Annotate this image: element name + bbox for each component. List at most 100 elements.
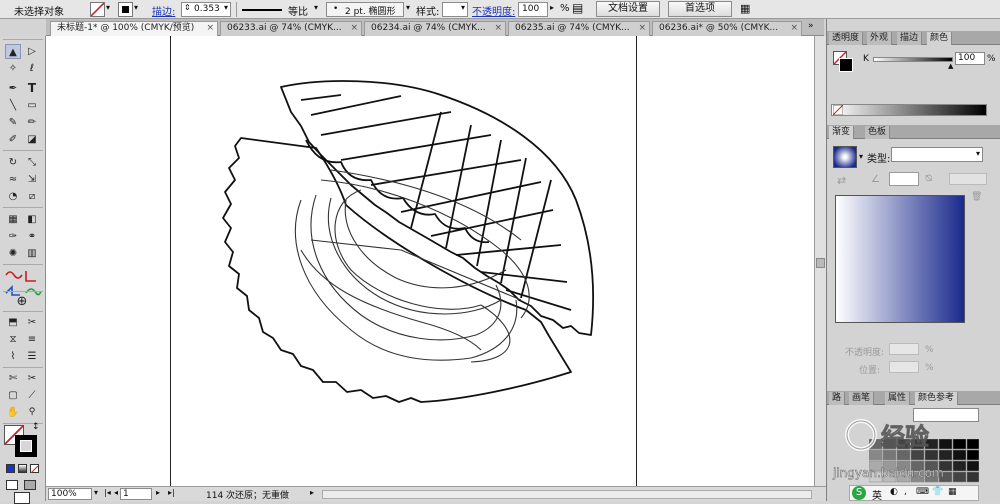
artboard[interactable] — [170, 36, 637, 486]
close-icon[interactable]: × — [206, 22, 214, 35]
horizontal-scrollbar[interactable] — [322, 490, 812, 499]
first-page-icon[interactable]: |◂ — [104, 488, 111, 497]
warp-tool-icon[interactable]: ≈ — [5, 172, 21, 187]
gradient-slider-preview[interactable] — [835, 195, 965, 323]
prev-page-icon[interactable]: ◂ — [114, 488, 118, 497]
stroke-color-icon[interactable] — [15, 435, 37, 457]
chevron-down-icon[interactable]: ▾ — [976, 149, 980, 158]
last-page-icon[interactable]: ▸| — [168, 488, 175, 497]
close-icon[interactable]: × — [790, 22, 798, 35]
chevron-down-icon[interactable]: ▾ — [224, 3, 228, 12]
hand-tool-icon[interactable]: ✋ — [5, 405, 21, 420]
tab-gradient[interactable]: 渐变 — [829, 126, 855, 139]
color-guide-select[interactable] — [913, 408, 979, 422]
angle-icon[interactable]: ∠ — [871, 174, 880, 185]
tab-overflow-icon[interactable]: » — [808, 21, 814, 31]
k-value-input[interactable]: 100 — [955, 52, 985, 65]
panel-stroke-icon[interactable] — [839, 58, 853, 72]
zoom-field[interactable]: 100% — [48, 488, 92, 500]
opacity-input[interactable]: 100 — [518, 2, 548, 17]
location-input[interactable] — [889, 361, 919, 373]
document-setup-button[interactable]: 文档设置 — [596, 1, 660, 17]
chevron-down-icon[interactable]: ▾ — [461, 3, 465, 12]
rotate-tool-icon[interactable]: ↻ — [5, 155, 21, 170]
tab-color-guide[interactable]: 颜色参考 — [915, 392, 959, 405]
pencil-tool-icon[interactable]: ✏ — [24, 115, 40, 130]
aspect-input[interactable] — [949, 173, 987, 185]
style-select[interactable]: ▾ — [442, 2, 468, 17]
ime-punct-icon[interactable]: , — [904, 487, 907, 497]
magic-wand-tool-icon[interactable]: ✧ — [5, 61, 21, 76]
preferences-button[interactable]: 首选项 — [668, 1, 732, 17]
zoom-dropdown-icon[interactable]: ▾ — [94, 488, 98, 497]
chart-icon[interactable]: ⌇ — [5, 349, 21, 364]
tab-attributes[interactable]: 属性 — [885, 392, 911, 405]
aspect-icon[interactable]: ⦰ — [925, 174, 932, 184]
knife-tool-icon[interactable]: ✄ — [5, 371, 21, 386]
screen-mode-icon[interactable] — [14, 492, 30, 504]
tab-06236[interactable]: 06236.ai* @ 50% (CMYK... × — [652, 21, 802, 36]
shape-builder-tool-icon[interactable]: ◔ — [5, 189, 21, 204]
draw-normal-icon[interactable] — [6, 480, 18, 490]
blob-brush-tool-icon[interactable]: ✐ — [5, 132, 21, 147]
reverse-gradient-icon[interactable]: ⇄ — [837, 174, 846, 187]
selection-tool-icon[interactable]: ▲ — [5, 44, 21, 59]
gradient-mode-icon[interactable] — [18, 464, 27, 473]
color-mode-icon[interactable] — [6, 464, 15, 473]
stroke-swatch[interactable] — [118, 2, 133, 17]
gradient-dropdown-icon[interactable]: ▾ — [859, 152, 863, 161]
close-icon[interactable]: × — [494, 22, 502, 35]
gradient-tool-icon[interactable]: ◧ — [24, 212, 40, 227]
ime-logo-icon[interactable]: S — [852, 486, 866, 500]
ime-skin-icon[interactable]: 👕 — [932, 487, 943, 497]
tab-brushes[interactable]: 画笔 — [849, 392, 875, 405]
brush-dropdown-icon[interactable]: ▾ — [406, 3, 410, 12]
ime-toolbar[interactable]: S 英 ◐ , ⌨ 👕 ▦ — [849, 485, 979, 502]
swap-icon[interactable]: ↕ — [32, 422, 40, 432]
mesh-tool-icon[interactable]: ▦ — [5, 212, 21, 227]
stroke-dropdown-icon[interactable]: ▾ — [134, 3, 138, 12]
eraser-tool-icon[interactable]: ◪ — [24, 132, 40, 147]
draw-inside-icon[interactable] — [24, 480, 36, 490]
scroll-thumb[interactable] — [816, 258, 825, 268]
close-icon[interactable]: × — [638, 22, 646, 35]
tab-06234[interactable]: 06234.ai @ 74% (CMYK... × — [364, 21, 506, 36]
tab-stroke[interactable]: 描边 — [897, 32, 923, 45]
page-field[interactable]: 1 — [120, 488, 152, 500]
vertical-scrollbar[interactable] — [814, 36, 826, 486]
fill-dropdown-icon[interactable]: ▾ — [106, 3, 110, 12]
tab-path[interactable]: 路 — [829, 392, 846, 405]
stroke-label[interactable]: 描边: — [152, 3, 175, 18]
opacity-label[interactable]: 不透明度: — [472, 3, 515, 18]
tab-appearance[interactable]: 外观 — [867, 32, 893, 45]
scissors-tool-icon[interactable]: ✂ — [24, 371, 40, 386]
opacity-arrow-icon[interactable]: ▸ — [550, 3, 554, 12]
type-tool-icon[interactable]: T — [24, 81, 40, 96]
tab-06235[interactable]: 06235.ai @ 74% (CMYK... × — [508, 21, 650, 36]
close-icon[interactable]: × — [350, 22, 358, 35]
paintbrush-tool-icon[interactable]: ✎ — [5, 115, 21, 130]
spinner-icon[interactable]: ⇕ — [184, 3, 191, 12]
slider-handle-icon[interactable]: ▲ — [948, 62, 953, 70]
column-graph-icon[interactable]: ≡ — [24, 332, 40, 347]
gradient-type-select[interactable]: ▾ — [891, 147, 983, 162]
ime-moon-icon[interactable]: ◐ — [890, 487, 898, 497]
next-page-icon[interactable]: ▸ — [156, 488, 160, 497]
ime-tools-icon[interactable]: ▦ — [948, 487, 957, 497]
color-spectrum-bar[interactable] — [831, 104, 987, 116]
stroke-weight-input[interactable]: ⇕ 0.353 ▾ — [181, 2, 231, 17]
slice-tool-icon[interactable]: ✂ — [24, 315, 40, 330]
tab-color[interactable]: 颜色 — [927, 32, 953, 45]
scale-tool-icon[interactable]: ⤡ — [24, 155, 40, 170]
opacity-stop-input[interactable] — [889, 343, 919, 355]
graph-tool-icon[interactable]: ▥ — [24, 246, 40, 261]
gradient-preview-icon[interactable] — [833, 146, 857, 168]
pen-tool-icon[interactable]: ✒ — [5, 81, 21, 96]
profile-label[interactable]: 等比 — [288, 3, 308, 18]
list-icon[interactable]: ☰ — [24, 349, 40, 364]
brush-select[interactable]: • 2 pt. 椭圆形 — [326, 2, 404, 17]
measure-tool-icon[interactable]: ⟋ — [24, 388, 40, 403]
direct-selection-tool-icon[interactable]: ▷ — [24, 44, 40, 59]
none-mode-icon[interactable] — [30, 464, 39, 474]
line-tool-icon[interactable]: ╲ — [5, 98, 21, 113]
